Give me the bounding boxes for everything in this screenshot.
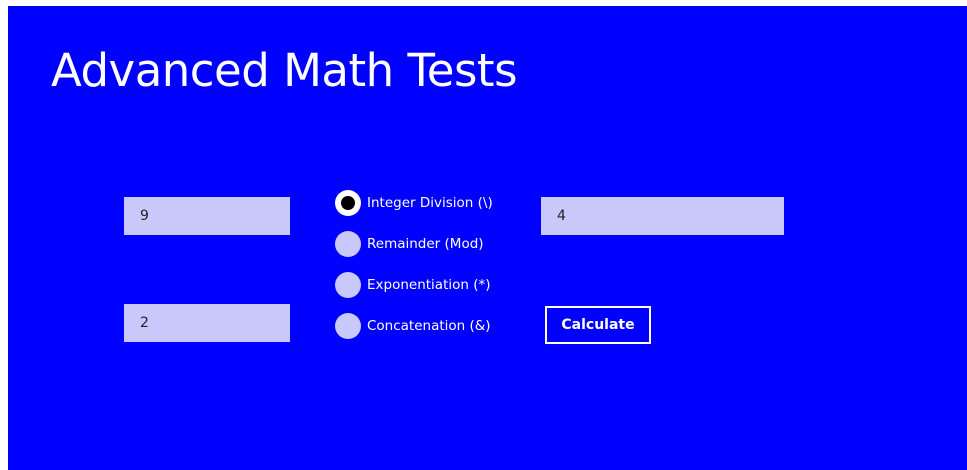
radio-button[interactable]	[335, 272, 361, 298]
radio-button[interactable]	[335, 313, 361, 339]
radio-label-exponentiation: Exponentiation (*)	[367, 277, 491, 293]
second-operand-input[interactable]	[124, 304, 290, 342]
result-output[interactable]	[541, 197, 784, 235]
radio-label-concatenation: Concatenation (&)	[367, 318, 491, 334]
app-window: Advanced Math Tests Integer Division (\)…	[8, 6, 967, 470]
radio-option-remainder[interactable]: Remainder (Mod)	[335, 231, 484, 257]
radio-button-selected[interactable]	[335, 190, 361, 216]
first-operand-input[interactable]	[124, 197, 290, 235]
radio-button[interactable]	[335, 231, 361, 257]
page-title: Advanced Math Tests	[51, 44, 518, 97]
radio-option-integer-division[interactable]: Integer Division (\)	[335, 190, 493, 216]
radio-option-concatenation[interactable]: Concatenation (&)	[335, 313, 491, 339]
radio-option-exponentiation[interactable]: Exponentiation (*)	[335, 272, 491, 298]
calculate-button[interactable]: Calculate	[545, 306, 651, 344]
radio-dot	[341, 196, 355, 210]
radio-label-integer-division: Integer Division (\)	[367, 195, 493, 211]
radio-label-remainder: Remainder (Mod)	[367, 236, 484, 252]
